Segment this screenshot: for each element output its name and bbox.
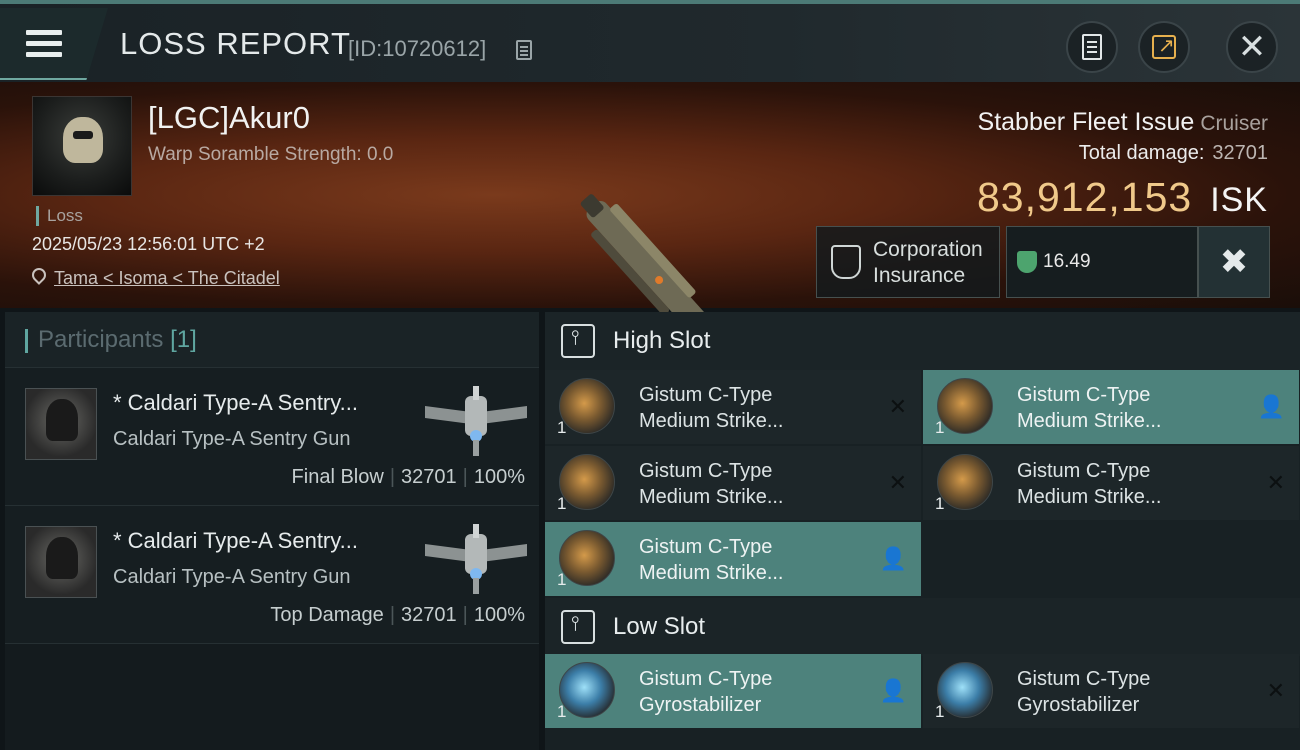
report-id: [ID:10720612] (348, 36, 487, 61)
sentry-gun-icon (425, 386, 527, 456)
location-link[interactable]: Tama < Isoma < The Citadel (54, 268, 280, 289)
participant-row[interactable]: * Caldari Type-A Sentry... Caldari Type-… (5, 506, 539, 644)
fitting-slots-panel: High Slot 1 Gistum C-TypeMedium Strike..… (545, 312, 1300, 750)
strike-module-icon (559, 378, 615, 434)
menu-button[interactable] (0, 8, 108, 80)
close-button[interactable]: ✕ (1226, 21, 1278, 73)
victim-name[interactable]: [LGC]Akur0 (148, 100, 310, 136)
copy-id-icon[interactable] (516, 40, 532, 60)
module-item[interactable]: 1 Gistum C-Type Medium Strike... ✕ (923, 446, 1299, 520)
dropped-person-icon: 👤 (879, 678, 907, 703)
gyrostabilizer-icon (559, 662, 615, 718)
security-status: 16.49 (1006, 226, 1198, 298)
fitting-button[interactable]: ✖ (1198, 226, 1270, 298)
loss-value: 83,912,153 ISK (976, 174, 1268, 220)
clipboard-icon (1082, 34, 1102, 60)
clipboard-button[interactable] (1066, 21, 1118, 73)
low-slot-header: Low Slot (545, 598, 1300, 656)
total-damage: Total damage: 32701 (1078, 142, 1268, 164)
destroyed-icon: ✕ (1266, 678, 1285, 703)
module-item[interactable]: 1 Gistum C-Type Medium Strike... ✕ (545, 446, 921, 520)
module-item[interactable]: 1 Gistum C-Type Gyrostabilizer 👤 (545, 654, 921, 728)
destroyed-icon: ✕ (888, 394, 907, 419)
dropped-person-icon: 👤 (879, 546, 907, 571)
share-icon (1152, 33, 1176, 59)
participant-name: * Caldari Type-A Sentry... (113, 390, 358, 415)
location-pin-icon (29, 265, 49, 285)
destroyed-icon: ✕ (1266, 470, 1285, 495)
header-bar: LOSS REPORT [ID:10720612] ✕ (0, 0, 1300, 82)
high-slot-icon (561, 324, 595, 358)
destroyed-icon: ✕ (888, 470, 907, 495)
participants-panel: Participants [1] * Caldari Type-A Sentry… (5, 312, 539, 750)
participant-avatar (25, 388, 97, 460)
victim-portrait[interactable] (32, 96, 132, 196)
warp-scramble-strength: Warp Soramble Strength: 0.0 (148, 144, 394, 165)
loss-datetime: 2025/05/23 12:56:01 UTC +2 (32, 234, 265, 254)
strike-module-icon (559, 530, 615, 586)
security-shield-icon (1017, 251, 1037, 273)
tools-icon: ✖ (1219, 243, 1249, 281)
low-slot-icon (561, 610, 595, 644)
loss-banner: [LGC]Akur0 Warp Soramble Strength: 0.0 L… (0, 82, 1300, 361)
high-slot-header: High Slot (545, 312, 1300, 370)
strike-module-icon (937, 378, 993, 434)
share-button[interactable] (1138, 21, 1190, 73)
loss-status: Loss (36, 206, 83, 226)
participant-name: * Caldari Type-A Sentry... (113, 528, 358, 553)
module-item[interactable]: 1 Gistum C-Type Medium Strike... 👤 (545, 522, 921, 596)
sentry-gun-icon (425, 524, 527, 594)
participant-type: Caldari Type-A Sentry Gun (113, 428, 351, 450)
close-icon: ✕ (1237, 28, 1267, 66)
dropped-person-icon: 👤 (1257, 394, 1285, 419)
strike-module-icon (937, 454, 993, 510)
strike-module-icon (559, 454, 615, 510)
participant-type: Caldari Type-A Sentry Gun (113, 566, 351, 588)
hamburger-icon (26, 30, 62, 58)
module-item[interactable]: 1 Gistum C-Type Medium Strike... 👤 (923, 370, 1299, 444)
participants-tab[interactable]: Participants [1] (5, 312, 539, 368)
module-item[interactable]: 1 Gistum C-Type Gyrostabilizer ✕ (923, 654, 1299, 728)
module-item[interactable]: 1 Gistum C-Type Medium Strike... ✕ (545, 370, 921, 444)
participant-stats: Top Damage | 32701 | 100% (270, 604, 525, 626)
insurance-icon (831, 245, 861, 279)
page-title: LOSS REPORT (120, 26, 351, 61)
insurance-button[interactable]: Corporation Insurance (816, 226, 1000, 298)
participant-avatar (25, 526, 97, 598)
participant-stats: Final Blow | 32701 | 100% (291, 466, 525, 488)
participant-row[interactable]: * Caldari Type-A Sentry... Caldari Type-… (5, 368, 539, 506)
ship-name[interactable]: Stabber Fleet Issue Cruiser (978, 108, 1268, 137)
gyrostabilizer-icon (937, 662, 993, 718)
